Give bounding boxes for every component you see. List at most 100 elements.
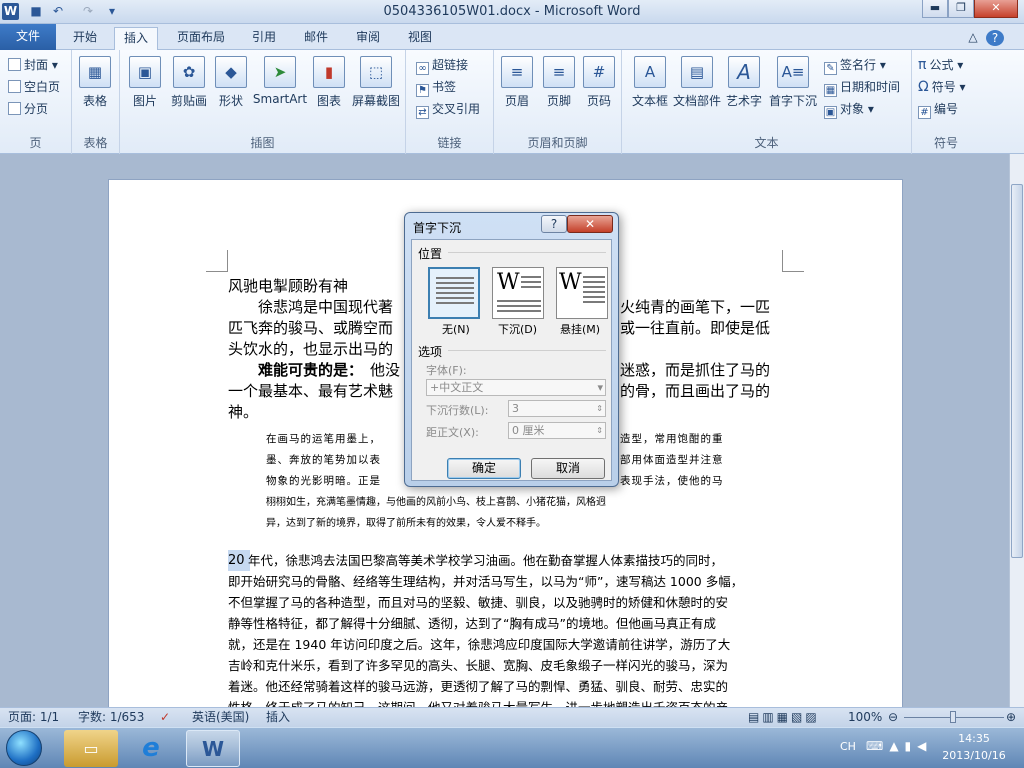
page-count[interactable]: 页面: 1/1 — [8, 708, 59, 727]
screenshot-label: 屏幕截图 — [351, 94, 400, 108]
equation-button[interactable]: π 公式 ▾ — [918, 55, 963, 75]
chart-button[interactable]: ▮ 图表 — [306, 56, 352, 109]
zoom-level[interactable]: 100% — [848, 708, 882, 727]
dropcap-dialog: 首字下沉 ? ✕ 位置 无(N) W 下沉(D) W 悬挂(M) 选项 字体(F… — [404, 212, 619, 487]
close-button[interactable]: ✕ — [974, 0, 1018, 18]
header-button[interactable]: ≡ 页眉 — [494, 56, 540, 109]
symbol-button[interactable]: Ω 符号 ▾ — [918, 77, 966, 97]
cover-page-button[interactable]: 封面 ▾ — [8, 55, 58, 75]
tab-review[interactable]: 审阅 — [348, 27, 388, 50]
quote-line-2a: 墨、奔放的笔势加以表 — [266, 454, 381, 466]
option-dropped[interactable]: W — [492, 267, 544, 319]
zoom-slider-thumb[interactable] — [950, 711, 956, 723]
crossref-button[interactable]: ⇄ 交叉引用 — [416, 99, 480, 119]
explorer-taskbar-icon[interactable]: ▭ — [64, 730, 118, 767]
window-title: 0504336105W01.docx - Microsoft Word — [383, 4, 641, 19]
proofing-icon[interactable]: ✓ — [160, 708, 170, 727]
dialog-close-button[interactable]: ✕ — [567, 215, 613, 233]
clipart-button[interactable]: ✿ 剪贴画 — [166, 56, 212, 109]
clock-date[interactable]: 2013/10/16 — [934, 749, 1014, 762]
pagenum-label: 页码 — [586, 94, 611, 108]
help-icon[interactable]: ? — [986, 30, 1004, 46]
tab-view[interactable]: 视图 — [400, 27, 440, 50]
word-count[interactable]: 字数: 1/653 — [78, 708, 144, 727]
table-button[interactable]: ▦ 表格 — [72, 56, 118, 109]
insert-mode[interactable]: 插入 — [266, 708, 290, 727]
header-icon: ≡ — [501, 56, 533, 88]
group-tables-label: 表格 — [83, 136, 108, 150]
shapes-icon: ◆ — [215, 56, 247, 88]
tab-insert[interactable]: 插入 — [114, 27, 158, 50]
screenshot-button[interactable]: ⬚ 屏幕截图 — [348, 56, 404, 109]
page-number-icon: # — [583, 56, 615, 88]
vertical-scrollbar[interactable] — [1009, 154, 1024, 707]
chart-icon: ▮ — [313, 56, 345, 88]
language-indicator[interactable]: 英语(美国) — [192, 708, 249, 727]
clock-time[interactable]: 14:35 — [944, 732, 1004, 745]
crop-mark-tr — [782, 250, 804, 272]
tab-home[interactable]: 开始 — [62, 27, 108, 50]
ime-indicator[interactable]: CH — [840, 740, 856, 753]
datetime-button[interactable]: ▦ 日期和时间 — [824, 77, 900, 97]
quickparts-button[interactable]: ▤ 文档部件 — [672, 56, 722, 109]
ok-button[interactable]: 确定 — [447, 458, 521, 479]
tray-icons[interactable]: ⌨▲▮◀ — [866, 739, 932, 753]
smartart-button[interactable]: ➤ SmartArt — [252, 56, 308, 106]
shapes-button[interactable]: ◆ 形状 — [208, 56, 254, 109]
equation-label: 公式 — [929, 58, 954, 72]
symbol-label: 符号 — [931, 80, 956, 94]
dropped-w-icon: W — [497, 270, 520, 295]
font-select[interactable]: +中文正文 ▾ — [426, 379, 606, 396]
tab-page-layout[interactable]: 页面布局 — [166, 27, 236, 50]
minimize-button[interactable]: ▬ — [922, 0, 948, 18]
position-divider — [448, 252, 606, 253]
word-taskbar-icon[interactable]: W — [186, 730, 240, 767]
dialog-help-button[interactable]: ? — [541, 215, 567, 233]
quote-line-3a: 物象的光影明暗。正是 — [266, 475, 381, 487]
hyperlink-button[interactable]: ∞ 超链接 — [416, 55, 468, 75]
bookmark-button[interactable]: ⚑ 书签 — [416, 77, 456, 97]
tab-file[interactable]: 文件 — [0, 24, 56, 50]
spinner-arrows-icon: ⇕ — [596, 404, 603, 413]
cancel-button[interactable]: 取消 — [531, 458, 605, 479]
object-button[interactable]: ▣ 对象 ▾ — [824, 99, 874, 119]
scrollbar-thumb[interactable] — [1011, 184, 1023, 558]
page-break-button[interactable]: 分页 — [8, 99, 48, 119]
maximize-button[interactable]: ❐ — [948, 0, 974, 18]
zoom-in-icon[interactable]: ⊕ — [1006, 708, 1016, 727]
ie-taskbar-icon[interactable]: e — [124, 730, 178, 767]
pagenum-button[interactable]: # 页码 — [576, 56, 622, 109]
tab-mailings[interactable]: 邮件 — [296, 27, 336, 50]
clipart-label: 剪贴画 — [170, 94, 207, 108]
number-button[interactable]: # 编号 — [918, 99, 958, 119]
selected-text[interactable]: 20 — [228, 550, 250, 571]
font-value: +中文正文 — [430, 381, 484, 394]
wordart-button[interactable]: A 艺术字 — [722, 56, 766, 109]
group-symbols: π 公式 ▾ Ω 符号 ▾ # 编号 符号 — [912, 50, 980, 154]
distance-spinner[interactable]: 0 厘米 ⇕ — [508, 422, 606, 439]
start-button[interactable] — [6, 730, 42, 766]
blank-page-button[interactable]: 空白页 — [8, 77, 60, 97]
textbox-button[interactable]: A 文本框 — [626, 56, 674, 109]
lines-spinner[interactable]: 3 ⇕ — [508, 400, 606, 417]
dropcap-button[interactable]: A≡ 首字下沉 — [766, 56, 820, 109]
textbox-label: 文本框 — [631, 94, 668, 108]
option-margin-label: 悬挂(M) — [560, 323, 601, 336]
table-label: 表格 — [82, 94, 107, 108]
spinner-arrows-icon: ⇕ — [596, 426, 603, 435]
quickparts-icon: ▤ — [681, 56, 713, 88]
option-none[interactable] — [428, 267, 480, 319]
cover-page-icon — [8, 58, 21, 71]
view-buttons[interactable]: ▤▥▦▧▨ — [748, 708, 820, 727]
signature-line-button[interactable]: ✎ 签名行 ▾ — [824, 55, 886, 75]
doc-p3-line-2: 即开始研究马的骨骼、经络等生理结构，并对活马写生，以马为“师”，速写稿达 100… — [228, 574, 744, 589]
quote-line-1a: 在画马的运笔用墨上， — [266, 433, 381, 445]
option-margin[interactable]: W — [556, 267, 608, 319]
zoom-out-icon[interactable]: ⊖ — [888, 708, 898, 727]
options-label: 选项 — [418, 345, 443, 359]
minimize-ribbon-icon[interactable]: △ — [964, 27, 982, 50]
window-controls: ▬ ❐ ✕ — [922, 0, 1018, 18]
picture-button[interactable]: ▣ 图片 — [122, 56, 168, 109]
object-icon: ▣ — [824, 106, 837, 119]
tab-references[interactable]: 引用 — [244, 27, 284, 50]
